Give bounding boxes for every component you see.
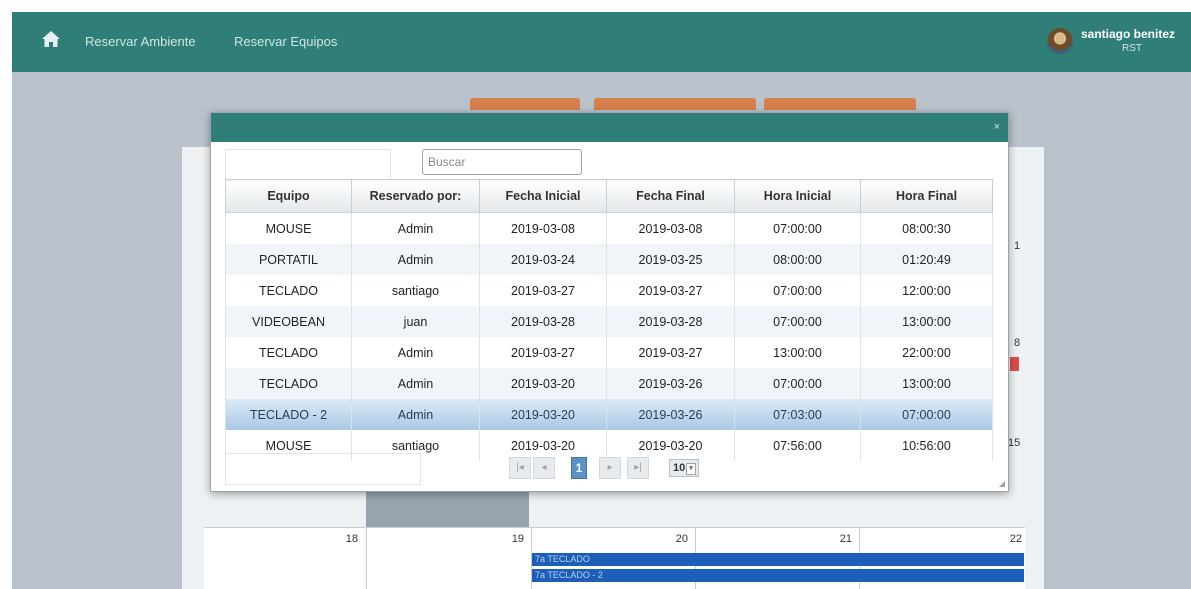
- calendar-event-marker[interactable]: [1010, 357, 1019, 371]
- table-cell: santiago: [351, 275, 480, 306]
- calendar-cell[interactable]: 18: [204, 528, 366, 589]
- calendar-day-number: 22: [1009, 533, 1022, 545]
- nav-reservar-equipos[interactable]: Reservar Equipos: [234, 34, 337, 49]
- table-cell: juan: [351, 306, 480, 337]
- footer-panel: [225, 453, 421, 485]
- table-cell: 2019-03-28: [479, 306, 607, 337]
- action-button-1[interactable]: [470, 98, 580, 110]
- column-header-fecha-final[interactable]: Fecha Final: [606, 179, 735, 213]
- last-page-button[interactable]: ▸|: [627, 457, 649, 479]
- table-cell: 2019-03-20: [479, 399, 607, 430]
- resize-handle-icon[interactable]: ◢: [999, 479, 1005, 488]
- search-input[interactable]: [422, 149, 582, 175]
- table-cell: 2019-03-27: [606, 337, 735, 368]
- table-cell: 2019-03-25: [606, 244, 735, 275]
- nav-reservar-ambiente[interactable]: Reservar Ambiente: [85, 34, 196, 49]
- first-page-button[interactable]: |◂: [509, 457, 531, 479]
- table-cell: Admin: [351, 399, 480, 430]
- table-cell: 2019-03-08: [606, 212, 735, 244]
- top-navbar: Reservar Ambiente Reservar Equipos santi…: [12, 12, 1191, 72]
- column-header-reservado-por[interactable]: Reservado por:: [351, 179, 480, 213]
- table-cell: VIDEOBEAN: [225, 306, 352, 337]
- prev-page-button[interactable]: ◂: [533, 457, 555, 479]
- table-cell: 22:00:00: [860, 337, 993, 368]
- table-cell: 2019-03-27: [479, 275, 607, 306]
- app-window: Reservar Ambiente Reservar Equipos santi…: [12, 12, 1191, 589]
- table-cell: 01:20:49: [860, 244, 993, 275]
- table-cell: 2019-03-26: [606, 399, 735, 430]
- close-icon[interactable]: ×: [994, 121, 1000, 133]
- table-row[interactable]: MOUSE Admin 2019-03-08 2019-03-08 07:00:…: [225, 212, 993, 244]
- table-cell: 2019-03-24: [479, 244, 607, 275]
- calendar-day-number: 20: [675, 533, 688, 545]
- table-cell: 2019-03-08: [479, 212, 607, 244]
- calendar-event[interactable]: 7a TECLADO - 2: [532, 569, 1024, 582]
- table-cell: TECLADO: [225, 368, 352, 399]
- table-row[interactable]: VIDEOBEAN juan 2019-03-28 2019-03-28 07:…: [225, 306, 993, 337]
- table-cell: 13:00:00: [860, 368, 993, 399]
- table-cell: 2019-03-26: [606, 368, 735, 399]
- table-cell: 07:00:00: [734, 306, 861, 337]
- table-cell: MOUSE: [225, 212, 352, 244]
- calendar-day-number: 15: [1008, 437, 1021, 449]
- table-cell: 13:00:00: [860, 306, 993, 337]
- table-row[interactable]: TECLADO Admin 2019-03-20 2019-03-26 07:0…: [225, 368, 993, 399]
- next-page-button[interactable]: ▸: [599, 457, 621, 479]
- table-row[interactable]: PORTATIL Admin 2019-03-24 2019-03-25 08:…: [225, 244, 993, 275]
- table-cell: 12:00:00: [860, 275, 993, 306]
- table-row[interactable]: TECLADO Admin 2019-03-27 2019-03-27 13:0…: [225, 337, 993, 368]
- table-cell: Admin: [351, 244, 480, 275]
- avatar[interactable]: [1047, 28, 1073, 54]
- table-cell: 10:56:00: [860, 430, 993, 461]
- toolbar-panel: [225, 149, 391, 181]
- calendar-day-number: 19: [511, 533, 524, 545]
- table-cell: Admin: [351, 212, 480, 244]
- table-cell: 2019-03-20: [479, 368, 607, 399]
- table-cell: 07:00:00: [860, 399, 993, 430]
- table-row-selected[interactable]: TECLADO - 2 Admin 2019-03-20 2019-03-26 …: [225, 399, 993, 430]
- pagination: |◂ ◂ 1 ▸ ▸| 10 ▾: [509, 457, 709, 479]
- column-header-fecha-inicial[interactable]: Fecha Inicial: [479, 179, 607, 213]
- table-cell: 2019-03-27: [606, 275, 735, 306]
- page-size-value: 10: [673, 462, 686, 474]
- calendar-day-number: 21: [839, 533, 852, 545]
- table-cell: 07:56:00: [734, 430, 861, 461]
- page-size-select[interactable]: 10 ▾: [669, 459, 699, 477]
- column-header-hora-inicial[interactable]: Hora Inicial: [734, 179, 861, 213]
- reservations-dialog: × Equipo Reservado por: Fecha Inicial Fe…: [210, 112, 1009, 492]
- table-cell: TECLADO: [225, 337, 352, 368]
- user-name[interactable]: santiago benitez: [1081, 27, 1175, 41]
- table-cell: 07:00:00: [734, 275, 861, 306]
- home-icon[interactable]: [41, 30, 61, 48]
- table-cell: 07:03:00: [734, 399, 861, 430]
- calendar-day-number: 8: [1014, 337, 1021, 349]
- table-row[interactable]: TECLADO santiago 2019-03-27 2019-03-27 0…: [225, 275, 993, 306]
- column-header-hora-final[interactable]: Hora Final: [860, 179, 993, 213]
- calendar-day-number: 1: [1014, 240, 1021, 252]
- table-cell: 13:00:00: [734, 337, 861, 368]
- table-cell: 08:00:30: [860, 212, 993, 244]
- column-header-equipo[interactable]: Equipo: [225, 179, 352, 213]
- table-cell: 07:00:00: [734, 212, 861, 244]
- table-cell: 2019-03-28: [606, 306, 735, 337]
- chevron-down-icon[interactable]: ▾: [686, 463, 696, 475]
- table-cell: PORTATIL: [225, 244, 352, 275]
- action-button-2[interactable]: [594, 98, 756, 110]
- table-cell: 08:00:00: [734, 244, 861, 275]
- calendar-day-number: 18: [345, 533, 358, 545]
- reservations-table: Equipo Reservado por: Fecha Inicial Fech…: [225, 179, 993, 461]
- user-role: RST: [1122, 43, 1142, 54]
- current-page-button[interactable]: 1: [571, 457, 587, 479]
- table-cell: Admin: [351, 368, 480, 399]
- table-cell: Admin: [351, 337, 480, 368]
- table-cell: 07:00:00: [734, 368, 861, 399]
- table-cell: TECLADO: [225, 275, 352, 306]
- dialog-titlebar[interactable]: ×: [211, 113, 1008, 142]
- table-header-row: Equipo Reservado por: Fecha Inicial Fech…: [225, 179, 993, 213]
- calendar-cell[interactable]: 19: [366, 528, 532, 589]
- calendar-event[interactable]: 7a TECLADO: [532, 553, 1024, 566]
- action-button-3[interactable]: [764, 98, 916, 110]
- table-cell: 2019-03-27: [479, 337, 607, 368]
- table-cell: TECLADO - 2: [225, 399, 352, 430]
